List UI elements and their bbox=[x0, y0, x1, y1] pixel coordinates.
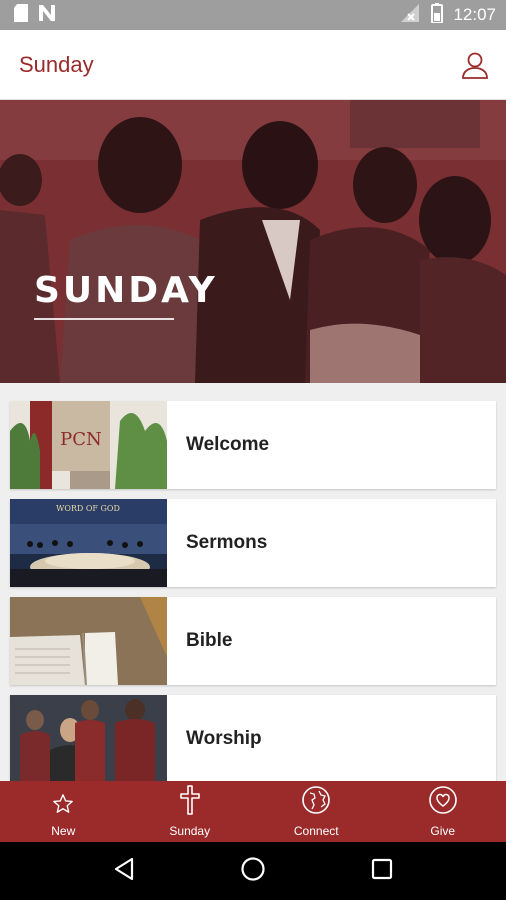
list-item-bible[interactable]: Bible bbox=[10, 597, 496, 685]
tab-connect[interactable]: Connect bbox=[253, 781, 380, 842]
sermons-thumb-sign: WORD OF GOD bbox=[56, 504, 120, 513]
profile-icon[interactable] bbox=[460, 50, 490, 80]
system-navigation-bar bbox=[0, 842, 506, 900]
list-item-label: Sermons bbox=[186, 532, 268, 553]
notification-n-icon bbox=[38, 4, 56, 27]
content-list: PCN Welcome WORD OF GOD Sermons Bible Wo… bbox=[0, 383, 506, 781]
sermons-thumbnail: WORD OF GOD bbox=[10, 499, 167, 587]
page-title: Sunday bbox=[19, 51, 94, 77]
back-icon[interactable] bbox=[113, 857, 135, 886]
tab-sunday[interactable]: Sunday bbox=[127, 781, 254, 842]
hero-heading: SUNDAY bbox=[34, 270, 218, 311]
battery-icon bbox=[431, 2, 444, 28]
list-item-welcome[interactable]: PCN Welcome bbox=[10, 401, 496, 489]
worship-thumbnail bbox=[10, 695, 167, 781]
star-icon bbox=[52, 793, 74, 824]
tab-label: Sunday bbox=[169, 824, 211, 838]
status-time: 12:07 bbox=[453, 5, 496, 24]
sd-card-icon bbox=[14, 3, 28, 27]
tab-label: New bbox=[51, 824, 76, 838]
hero-banner: SUNDAY bbox=[0, 100, 506, 383]
app-bar: Sunday bbox=[0, 30, 506, 100]
welcome-thumbnail: PCN bbox=[10, 401, 167, 489]
list-item-label: Welcome bbox=[186, 434, 270, 455]
tab-label: Give bbox=[430, 824, 456, 838]
tab-label: Connect bbox=[293, 824, 339, 838]
cross-icon bbox=[179, 785, 201, 824]
bible-thumbnail bbox=[10, 597, 167, 685]
hero-divider bbox=[34, 318, 174, 320]
list-item-sermons[interactable]: WORD OF GOD Sermons bbox=[10, 499, 496, 587]
list-item-label: Worship bbox=[186, 728, 262, 749]
heart-icon bbox=[428, 785, 458, 824]
tab-new[interactable]: New bbox=[0, 781, 127, 842]
status-bar: 12:07 bbox=[0, 0, 506, 30]
welcome-thumb-sign: PCN bbox=[60, 429, 102, 450]
worship-crowd-image bbox=[0, 100, 506, 383]
no-signal-icon bbox=[401, 3, 421, 27]
home-icon[interactable] bbox=[240, 856, 266, 887]
bottom-tab-bar: New Sunday Connect Give bbox=[0, 781, 506, 842]
globe-icon bbox=[301, 785, 331, 824]
tab-give[interactable]: Give bbox=[380, 781, 506, 842]
recents-icon[interactable] bbox=[371, 858, 393, 885]
list-item-label: Bible bbox=[186, 630, 233, 651]
list-item-worship[interactable]: Worship bbox=[10, 695, 496, 781]
